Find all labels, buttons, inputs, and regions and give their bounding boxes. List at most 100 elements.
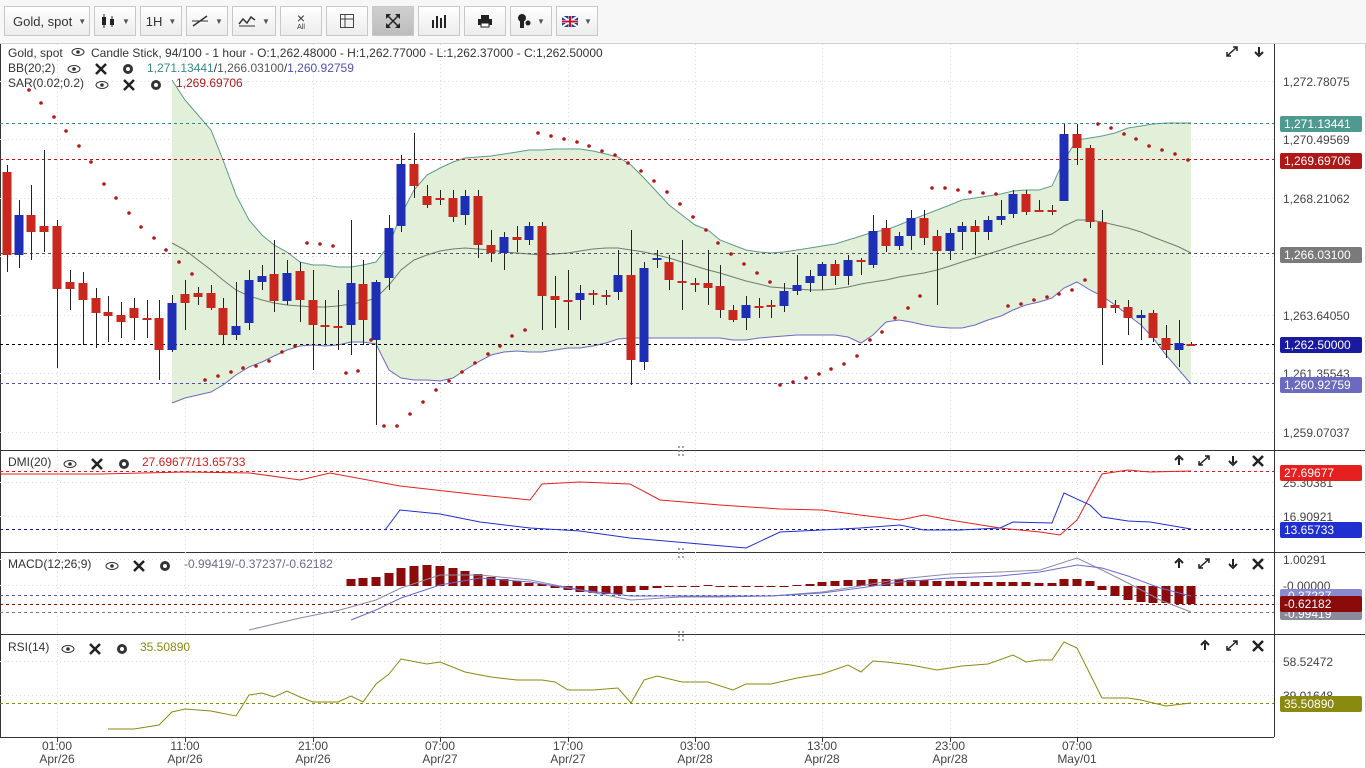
sar-dot (331, 244, 335, 248)
macd-bar (358, 578, 368, 586)
candle-body (664, 262, 674, 280)
theme-button[interactable]: ▼ (510, 6, 552, 36)
sar-dot (791, 380, 795, 384)
sar-dot (665, 190, 669, 194)
candle-body (244, 280, 254, 323)
sar-dot (968, 190, 972, 194)
candle-body (320, 325, 330, 327)
fullscreen-button[interactable] (372, 6, 414, 36)
price-tick: 1,268.21062 (1283, 192, 1350, 206)
candle-body (14, 215, 24, 255)
gear-icon[interactable] (123, 64, 133, 74)
move-down-icon[interactable] (1250, 45, 1268, 59)
candle-body (1008, 194, 1018, 214)
candle-body (894, 236, 904, 246)
clear-drawings-button[interactable]: × All (280, 6, 322, 36)
sar-dot (434, 388, 438, 392)
crosshair-button[interactable] (326, 6, 368, 36)
volume-button[interactable] (418, 6, 460, 36)
move-up-icon[interactable] (1196, 638, 1214, 653)
macd-hist-tag: -0.62182 (1280, 596, 1362, 612)
chevron-down-icon: ▼ (537, 16, 545, 26)
move-up-icon[interactable] (1170, 453, 1188, 468)
sar-dot (510, 334, 514, 338)
time-tick-label: 17:00 (553, 739, 583, 753)
chevron-down-icon: ▼ (122, 16, 130, 26)
move-down-icon[interactable] (1224, 556, 1242, 571)
sar-dot (994, 192, 998, 196)
candle-body (779, 291, 789, 306)
rsi-value: 35.50890 (140, 640, 190, 654)
candle-body (588, 293, 598, 295)
sar-dot (613, 153, 617, 157)
sar-dot (1019, 302, 1023, 306)
date-tick-label: Apr/28 (804, 752, 840, 766)
macd-bar (1072, 579, 1082, 586)
candle-body (129, 308, 139, 318)
gear-icon[interactable] (119, 459, 129, 469)
maximize-pane-icon[interactable] (1196, 453, 1214, 468)
macd-bar (728, 586, 738, 587)
date-tick-label: Apr/26 (167, 752, 203, 766)
sar-dot (549, 134, 553, 138)
macd-bar (843, 580, 853, 586)
sar-dot (1122, 132, 1126, 136)
dmi-values: 27.69677/13.65733 (142, 455, 246, 469)
sar-dot (77, 144, 81, 148)
sar-dot (305, 241, 309, 245)
gear-icon[interactable] (151, 80, 161, 90)
sar-dot (562, 137, 566, 141)
candle-body (805, 276, 815, 283)
price-tick: 1,263.64050 (1283, 309, 1350, 323)
maximize-pane-icon[interactable] (1224, 45, 1242, 59)
candle-body (422, 196, 432, 205)
sar-dot (1032, 298, 1036, 302)
candle-body (766, 305, 776, 307)
maximize-pane-icon[interactable] (1196, 556, 1214, 571)
sar-dot (1070, 288, 1074, 292)
sar-dot (280, 350, 284, 354)
language-button[interactable]: ▼ (556, 6, 598, 36)
macd-tick: 1.00291 (1283, 553, 1327, 567)
sar-dot (956, 188, 960, 192)
sar-dot (241, 366, 245, 370)
sar-dot (880, 330, 884, 334)
sar-dot (473, 361, 477, 365)
gear-icon[interactable] (160, 561, 170, 571)
candle-body (817, 264, 827, 276)
move-down-icon[interactable] (1224, 453, 1242, 468)
sar-dot (447, 379, 451, 383)
macd-bar (1034, 583, 1044, 586)
bb-mid-tag: 1,266.03100 (1280, 247, 1362, 263)
gear-icon[interactable] (117, 644, 127, 654)
timeframe-select[interactable]: 1H ▼ (140, 6, 182, 36)
candle-body (983, 220, 993, 232)
candle-body (39, 226, 49, 232)
candle-body (154, 318, 164, 350)
studies-button[interactable]: ▼ (232, 6, 276, 36)
bb-values: 1,271.13441/1,266.03100/1,260.92759 (147, 61, 354, 75)
sar-dot (102, 182, 106, 186)
date-tick-label: May/01 (1057, 752, 1097, 766)
print-button[interactable] (464, 6, 506, 36)
candle-body (957, 226, 967, 232)
chart-type-button[interactable]: ▼ (94, 6, 136, 36)
chart-area[interactable]: Gold, spot Candle Stick, 94/100 - 1 hour… (0, 44, 1366, 768)
move-up-icon[interactable] (1170, 556, 1188, 571)
macd-bar (830, 581, 840, 586)
candle-body (269, 274, 279, 301)
drawing-tools-button[interactable]: ▼ (186, 6, 228, 36)
macd-bar (754, 586, 764, 587)
chevron-down-icon: ▼ (262, 16, 270, 26)
macd-bar (983, 582, 993, 586)
dmi-indicator-name: DMI(20) (8, 455, 51, 469)
sar-dot (1057, 292, 1061, 296)
maximize-pane-icon[interactable] (1224, 638, 1242, 653)
sar-dot (177, 260, 181, 264)
candle-body (78, 283, 88, 300)
printer-icon (478, 15, 492, 28)
sar-dot (855, 354, 859, 358)
symbol-select[interactable]: Gold, spot ▼ (4, 6, 90, 36)
sar-dot (691, 215, 695, 219)
candle-body (563, 300, 573, 302)
